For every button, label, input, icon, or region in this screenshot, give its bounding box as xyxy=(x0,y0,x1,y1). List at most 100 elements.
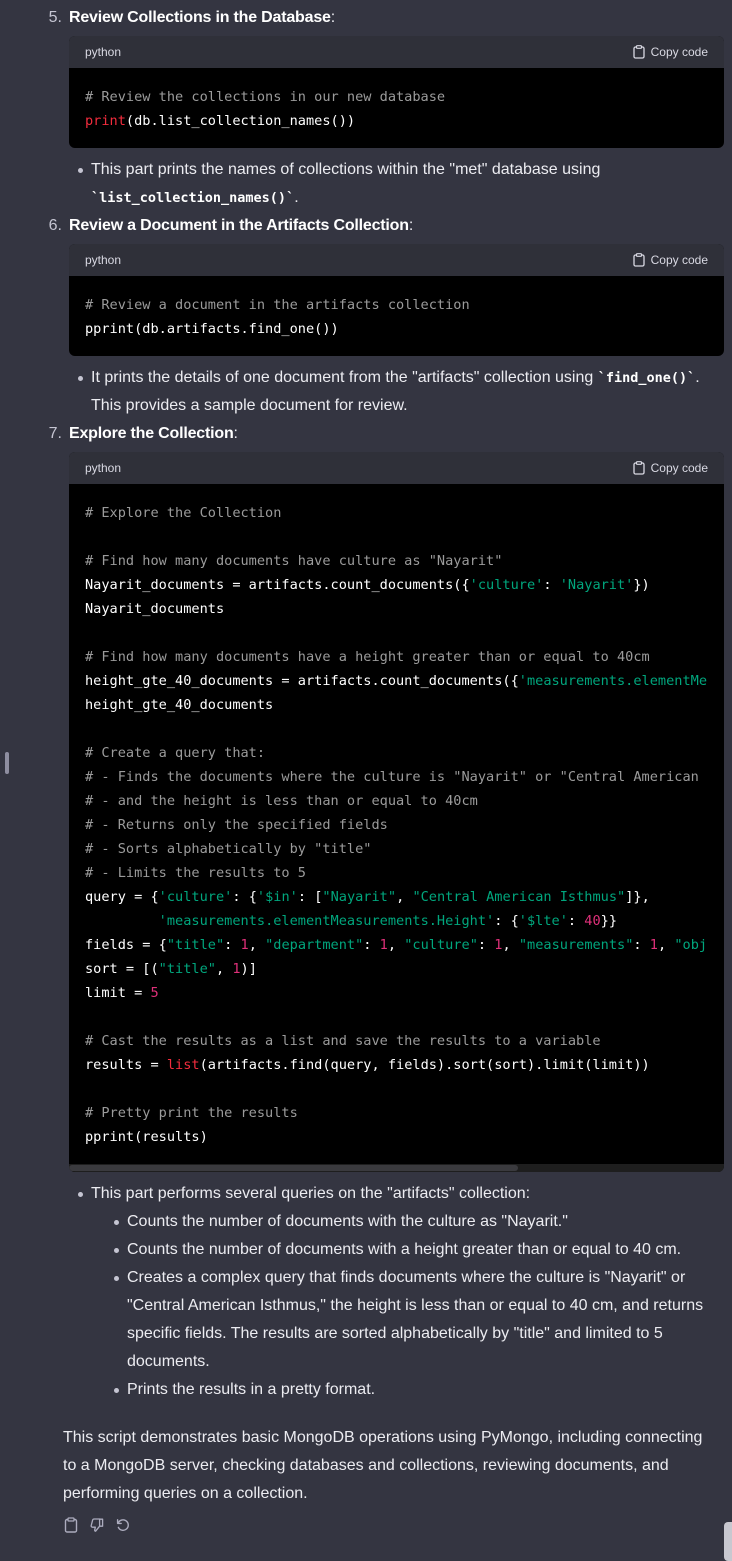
code-content: # Explore the Collection # Find how many … xyxy=(69,484,724,1149)
sub-list-item: Counts the number of documents with a he… xyxy=(114,1236,717,1264)
sub-list-item: Creates a complex query that finds docum… xyxy=(114,1264,717,1376)
code-token: : xyxy=(633,937,650,953)
code-line: # - and the height is less than or equal… xyxy=(85,789,708,813)
code-block: python Copy code # Review the collection… xyxy=(69,36,724,148)
code-token: "title" xyxy=(158,961,216,977)
code-token: 40 xyxy=(584,913,601,929)
code-token: "measurements" xyxy=(518,937,634,953)
code-line: # Find how many documents have a height … xyxy=(85,645,708,669)
code-header: python Copy code xyxy=(69,244,724,276)
list-item: This part performs several queries on th… xyxy=(78,1180,721,1208)
code-token: 1 xyxy=(232,961,241,977)
code-token: sort = [( xyxy=(85,961,159,977)
code-line: # Find how many documents have culture a… xyxy=(85,549,708,573)
code-token: : [ xyxy=(297,889,323,905)
code-token: '$lte' xyxy=(518,913,568,929)
code-token: ]}, xyxy=(625,889,650,905)
code-token: height_gte_40_documents xyxy=(85,697,274,713)
code-line: sort = [("title", 1)] xyxy=(85,957,708,981)
code-line: limit = 5 xyxy=(85,981,708,1005)
code-token: 'measurements.elementMeasurements.Height… xyxy=(158,913,495,929)
copy-code-label: Copy code xyxy=(650,461,708,475)
horizontal-scrollbar[interactable] xyxy=(69,1164,724,1172)
code-line: # Pretty print the results xyxy=(85,1101,708,1125)
summary-paragraph: This script demonstrates basic MongoDB o… xyxy=(63,1424,718,1508)
list-item: This part prints the names of collection… xyxy=(78,156,721,212)
code-token: # - Limits the results to 5 xyxy=(85,865,306,881)
step-number: 5. xyxy=(48,9,62,26)
regenerate-icon[interactable] xyxy=(115,1514,131,1536)
code-block: python Copy code # Explore the Collectio… xyxy=(69,452,724,1172)
step-title-text: Explore the Collection xyxy=(69,425,234,442)
code-token: , xyxy=(387,937,405,953)
code-token: 'culture' xyxy=(469,577,544,593)
code-line: # Create a query that: xyxy=(85,741,708,765)
code-token: print xyxy=(85,113,126,129)
code-line: pprint(db.artifacts.find_one()) xyxy=(85,317,708,341)
sub-bullet-text: "Central American Isthmus," the height i… xyxy=(127,1297,704,1314)
code-line: # - Finds the documents where the cultur… xyxy=(85,765,708,789)
code-token: : xyxy=(363,937,380,953)
code-token: : xyxy=(567,913,585,929)
sidebar-resize-handle[interactable] xyxy=(5,752,9,774)
code-token: "Central American Isthmus" xyxy=(412,889,626,905)
code-line: Nayarit_documents = artifacts.count_docu… xyxy=(85,573,708,597)
code-token: : { xyxy=(494,913,519,929)
code-token: pprint(results) xyxy=(85,1129,208,1145)
step-number: 6. xyxy=(48,217,62,234)
code-token: , xyxy=(502,937,519,953)
copy-code-label: Copy code xyxy=(650,45,708,59)
code-content: # Review the collections in our new data… xyxy=(69,68,724,133)
copy-code-button[interactable]: Copy code xyxy=(632,454,708,482)
clipboard-icon[interactable] xyxy=(63,1514,79,1536)
code-line: height_gte_40_documents = artifacts.coun… xyxy=(85,669,708,693)
sub-bullet-text: specific fields. The results are sorted … xyxy=(127,1325,663,1342)
code-token: height_gte_40_documents = artifacts.coun… xyxy=(85,673,519,689)
chat-message: 5. Review Collections in the Database: p… xyxy=(0,0,732,1561)
code-token: , xyxy=(396,889,413,905)
code-token: # Cast the results as a list and save th… xyxy=(85,1033,601,1049)
clipboard-icon xyxy=(632,45,645,59)
code-line: pprint(results) xyxy=(85,1125,708,1149)
step-number: 7. xyxy=(48,425,62,442)
code-token: fields = { xyxy=(85,937,167,953)
code-token: # - Finds the documents where the cultur… xyxy=(85,769,699,785)
code-token: }) xyxy=(633,577,650,593)
code-token: "department" xyxy=(265,937,364,953)
bullet-text: It prints the details of one document fr… xyxy=(91,369,594,386)
code-line: # Cast the results as a list and save th… xyxy=(85,1029,708,1053)
code-line: 'measurements.elementMeasurements.Height… xyxy=(85,909,708,933)
code-token: "culture" xyxy=(404,937,478,953)
copy-code-label: Copy code xyxy=(650,253,708,267)
bullet-suffix: . xyxy=(294,189,299,206)
code-header: python Copy code xyxy=(69,36,724,68)
code-token: (db.list_collection_names()) xyxy=(125,113,356,129)
thumbs-down-icon[interactable] xyxy=(89,1514,105,1536)
code-token: , xyxy=(215,961,233,977)
code-token: )] xyxy=(240,961,257,977)
summary-line: performing queries on a collection. xyxy=(63,1485,308,1502)
code-token: 5 xyxy=(150,985,159,1001)
code-token: '$in' xyxy=(256,889,298,905)
code-token: # Find how many documents have culture a… xyxy=(85,553,503,569)
summary-line: This script demonstrates basic MongoDB o… xyxy=(63,1429,703,1446)
code-token: # - Returns only the specified fields xyxy=(85,817,388,833)
code-token: pprint(db.artifacts.find_one()) xyxy=(85,321,339,337)
scrollbar-thumb[interactable] xyxy=(69,1165,518,1171)
code-token: limit = xyxy=(85,985,151,1001)
clipboard-icon xyxy=(632,461,645,475)
code-token: # - Sorts alphabetically by "title" xyxy=(85,841,372,857)
code-token: "Nayarit" xyxy=(322,889,397,905)
page-scrollbar-thumb[interactable] xyxy=(724,1522,732,1561)
copy-code-button[interactable]: Copy code xyxy=(632,38,708,66)
sub-bullet-text: documents. xyxy=(127,1353,210,1370)
code-line: # - Returns only the specified fields xyxy=(85,813,708,837)
copy-code-button[interactable]: Copy code xyxy=(632,246,708,274)
clipboard-icon xyxy=(632,253,645,267)
code-token: # Find how many documents have a height … xyxy=(85,649,650,665)
code-line: # - Limits the results to 5 xyxy=(85,861,708,885)
